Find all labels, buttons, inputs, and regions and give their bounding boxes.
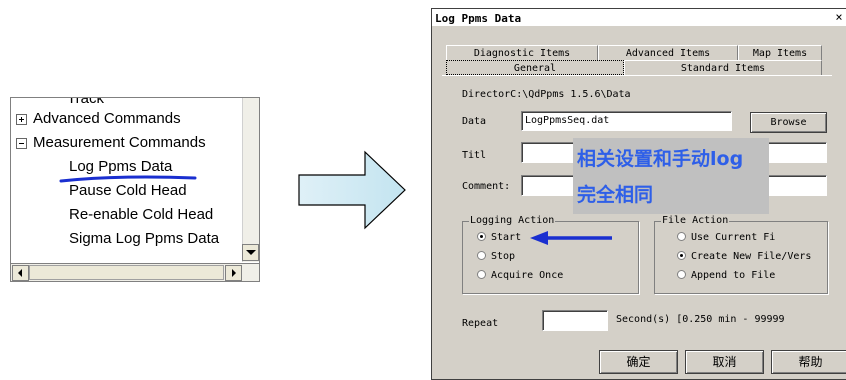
radio-use-current-file[interactable]: Use Current Fi xyxy=(677,232,775,243)
directory-value: C:\QdPpms 1.5.6\Data xyxy=(510,89,631,100)
collapse-minus-icon[interactable] xyxy=(16,137,27,149)
radio-unselected-icon[interactable] xyxy=(677,270,686,279)
tab-general[interactable]: General xyxy=(446,60,624,75)
tree-item-track[interactable]: Track xyxy=(67,98,104,107)
radio-create-new-file[interactable]: Create New File/Vers xyxy=(677,251,811,262)
tab-map-items[interactable]: Map Items xyxy=(738,45,822,60)
title-label: Titl xyxy=(462,150,487,161)
directory-row: DirectorC:\QdPpms 1.5.6\Data xyxy=(462,89,631,100)
data-label: Data xyxy=(462,116,487,127)
scroll-down-button[interactable] xyxy=(242,244,259,261)
tree-item-advanced-commands[interactable]: Advanced Commands xyxy=(16,110,181,127)
right-arrow-icon xyxy=(298,150,406,230)
repeat-unit: Second(s) [0.250 min - 99999 xyxy=(616,314,785,325)
radio-acquire-once[interactable]: Acquire Once xyxy=(477,270,563,281)
close-icon[interactable]: × xyxy=(832,10,846,24)
radio-selected-icon[interactable] xyxy=(677,251,686,260)
tab-diagnostic-items[interactable]: Diagnostic Items xyxy=(446,45,598,60)
pointer-arrow-icon xyxy=(530,231,612,245)
browse-button[interactable]: Browse xyxy=(750,112,827,133)
comment-label: Comment: xyxy=(462,181,511,192)
radio-selected-icon[interactable] xyxy=(477,232,486,241)
dialog-title: Log Ppms Data xyxy=(435,12,522,25)
tab-divider xyxy=(442,75,832,76)
ok-button[interactable]: 确定 xyxy=(599,350,678,374)
command-tree-panel: Track Advanced Commands Measurement Comm… xyxy=(10,97,260,282)
repeat-input[interactable] xyxy=(542,310,608,331)
tab-advanced-items[interactable]: Advanced Items xyxy=(598,45,738,60)
tree-item-log-ppms-data[interactable]: Log Ppms Data xyxy=(69,158,172,175)
chevron-right-icon xyxy=(232,269,236,277)
horizontal-scrollbar[interactable] xyxy=(11,263,259,281)
help-button[interactable]: 帮助 xyxy=(771,350,846,374)
annotation-line-2: 完全相同 xyxy=(577,184,654,206)
repeat-label: Repeat xyxy=(462,318,499,329)
data-file-input[interactable]: LogPpmsSeq.dat xyxy=(521,111,732,131)
cancel-button[interactable]: 取消 xyxy=(685,350,764,374)
radio-stop[interactable]: Stop xyxy=(477,251,515,262)
tree-item-pause-cold-head[interactable]: Pause Cold Head xyxy=(69,182,187,199)
scroll-right-button[interactable] xyxy=(225,265,242,281)
tab-standard-items[interactable]: Standard Items xyxy=(624,60,822,75)
scroll-left-button[interactable] xyxy=(12,265,29,281)
radio-append-to-file[interactable]: Append to File xyxy=(677,270,775,281)
annotation-line-1: 相关设置和手动log xyxy=(577,148,744,170)
chevron-down-icon xyxy=(246,250,256,255)
radio-unselected-icon[interactable] xyxy=(477,270,486,279)
vertical-scrollbar[interactable] xyxy=(242,98,259,262)
file-action-group: File Action Use Current Fi Create New Fi… xyxy=(654,215,828,294)
radio-unselected-icon[interactable] xyxy=(677,232,686,241)
expand-plus-icon[interactable] xyxy=(16,113,27,125)
radio-start[interactable]: Start xyxy=(477,232,521,243)
chevron-left-icon xyxy=(18,269,22,277)
dialog-titlebar[interactable]: Log Ppms Data × xyxy=(432,9,846,26)
scroll-thumb[interactable] xyxy=(29,265,224,280)
tree-item-sigma-log-ppms-data[interactable]: Sigma Log Ppms Data xyxy=(69,230,219,247)
tree-item-measurement-commands[interactable]: Measurement Commands xyxy=(16,134,206,151)
tree-item-reenable-cold-head[interactable]: Re-enable Cold Head xyxy=(69,206,213,223)
radio-unselected-icon[interactable] xyxy=(477,251,486,260)
